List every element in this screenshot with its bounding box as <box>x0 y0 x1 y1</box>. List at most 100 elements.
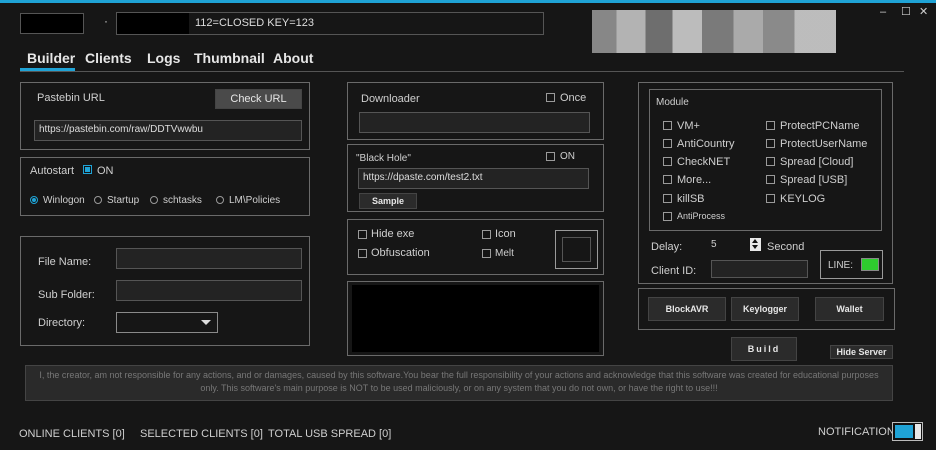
delay-stepper[interactable] <box>750 238 761 251</box>
total-usb-spread-count: TOTAL USB SPREAD [0] <box>268 428 392 440</box>
tab-logs[interactable]: Logs <box>147 50 180 66</box>
melt-label: Melt <box>495 248 514 259</box>
module-group: Module VM+ AntiCountry CheckNET More... … <box>649 89 882 231</box>
radio-lm-policies[interactable] <box>216 196 224 204</box>
antiprocess-checkbox[interactable] <box>663 212 672 221</box>
icon-preview-frame[interactable] <box>555 230 598 269</box>
sub-folder-input[interactable] <box>116 280 302 301</box>
hide-exe-checkbox[interactable] <box>358 230 367 239</box>
delay-value[interactable]: 5 <box>711 239 717 250</box>
tab-builder[interactable]: Builder <box>27 50 75 66</box>
delay-label: Delay: <box>651 241 683 253</box>
autostart-on-label: ON <box>97 165 114 177</box>
radio-schtasks[interactable] <box>150 196 158 204</box>
line-label: LINE: <box>828 260 854 271</box>
autostart-group: Autostart ON Winlogon Startup schtasks L… <box>20 157 310 216</box>
tab-divider <box>20 71 904 72</box>
title-status-text: 112=CLOSED KEY=123 <box>195 17 315 29</box>
spread-cloud-label: Spread [Cloud] <box>780 156 854 168</box>
vm-checkbox[interactable] <box>663 121 672 130</box>
module-label: Module <box>656 97 689 108</box>
keylogger-button[interactable]: Keylogger <box>731 297 799 321</box>
autostart-label: Autostart <box>30 165 75 177</box>
icon-preview <box>562 237 591 262</box>
chevron-up-icon[interactable] <box>752 239 758 243</box>
anticountry-checkbox[interactable] <box>663 139 672 148</box>
protectusername-checkbox[interactable] <box>766 139 775 148</box>
block-avr-button[interactable]: BlockAVR <box>648 297 726 321</box>
file-name-input[interactable] <box>116 248 302 269</box>
options-group: Hide exe Icon Obfuscation Melt <box>347 219 604 275</box>
keylog-checkbox[interactable] <box>766 194 775 203</box>
black-hole-url-input[interactable]: https://dpaste.com/test2.txt <box>358 168 589 189</box>
pastebin-url-input[interactable]: https://pastebin.com/raw/DDTVwwbu <box>34 120 302 141</box>
notification-toggle[interactable] <box>892 422 923 441</box>
minimize-icon[interactable]: – <box>880 6 886 18</box>
icon-checkbox[interactable] <box>482 230 491 239</box>
downloader-url-input[interactable] <box>359 112 590 133</box>
more-checkbox[interactable] <box>663 175 672 184</box>
actions-group: BlockAVR Keylogger Wallet <box>638 288 895 330</box>
close-icon[interactable]: ✕ <box>919 5 928 18</box>
toggle-knob[interactable] <box>915 424 921 439</box>
directory-label: Directory: <box>38 317 86 329</box>
once-checkbox[interactable] <box>546 93 555 102</box>
tab-thumbnail[interactable]: Thumbnail <box>194 50 265 66</box>
black-hole-label: "Black Hole" <box>356 153 411 164</box>
delay-unit: Second <box>767 241 805 253</box>
autostart-checkbox[interactable] <box>83 165 92 174</box>
obfuscation-checkbox[interactable] <box>358 249 367 258</box>
title-separator: · <box>104 14 108 28</box>
tab-clients[interactable]: Clients <box>85 50 132 66</box>
radio-startup[interactable] <box>94 196 102 204</box>
protectpcname-label: ProtectPCName <box>780 120 860 132</box>
hide-exe-label: Hide exe <box>371 228 415 240</box>
disclaimer-text: I, the creator, am not responsible for a… <box>25 365 893 401</box>
obfuscation-label: Obfuscation <box>371 247 430 259</box>
redacted-box <box>20 13 84 34</box>
pastebin-group: Pastebin URL Check URL https://pastebin.… <box>20 82 310 150</box>
selected-clients-count: SELECTED CLIENTS [0] <box>140 428 263 440</box>
window-accent-line <box>0 0 936 3</box>
anticountry-label: AntiCountry <box>677 138 735 150</box>
icon-label: Icon <box>495 228 516 240</box>
online-clients-count: ONLINE CLIENTS [0] <box>19 428 125 440</box>
killsb-checkbox[interactable] <box>663 194 672 203</box>
maximize-icon[interactable]: ☐ <box>901 5 911 18</box>
black-hole-on-checkbox[interactable] <box>546 152 555 161</box>
keylog-label: KEYLOG <box>780 193 826 205</box>
sample-button[interactable]: Sample <box>359 193 417 209</box>
module-outer-group: Module VM+ AntiCountry CheckNET More... … <box>638 82 893 284</box>
killsb-label: killSB <box>677 193 705 205</box>
blurred-logo <box>592 10 836 53</box>
line-box: LINE: <box>820 250 883 279</box>
spread-usb-checkbox[interactable] <box>766 175 775 184</box>
directory-dropdown[interactable] <box>116 312 218 333</box>
radio-schtasks-label: schtasks <box>163 195 202 206</box>
sub-folder-label: Sub Folder: <box>38 289 95 301</box>
checknet-checkbox[interactable] <box>663 157 672 166</box>
client-id-input[interactable] <box>711 260 808 278</box>
build-button[interactable]: Build <box>731 337 797 361</box>
wallet-button[interactable]: Wallet <box>815 297 884 321</box>
radio-lm-policies-label: LM\Policies <box>229 195 281 206</box>
notification-label: NOTIFICATION <box>818 426 895 438</box>
melt-checkbox[interactable] <box>482 249 491 258</box>
protectpcname-checkbox[interactable] <box>766 121 775 130</box>
radio-winlogon[interactable] <box>30 196 38 204</box>
redacted-box <box>117 13 189 34</box>
radio-winlogon-label: Winlogon <box>43 195 85 206</box>
check-url-button[interactable]: Check URL <box>215 89 302 109</box>
more-label: More... <box>677 174 712 186</box>
antiprocess-label: AntiProcess <box>677 211 726 221</box>
tab-about[interactable]: About <box>273 50 313 66</box>
black-hole-on-label: ON <box>560 151 575 162</box>
black-hole-group: "Black Hole" ON https://dpaste.com/test2… <box>347 144 604 212</box>
line-color-swatch[interactable] <box>861 258 879 271</box>
chevron-down-icon[interactable] <box>752 245 758 249</box>
spread-cloud-checkbox[interactable] <box>766 157 775 166</box>
hide-server-button[interactable]: Hide Server <box>830 345 893 359</box>
pastebin-label: Pastebin URL <box>37 92 105 104</box>
once-label: Once <box>560 92 587 104</box>
downloader-label: Downloader <box>361 93 420 105</box>
